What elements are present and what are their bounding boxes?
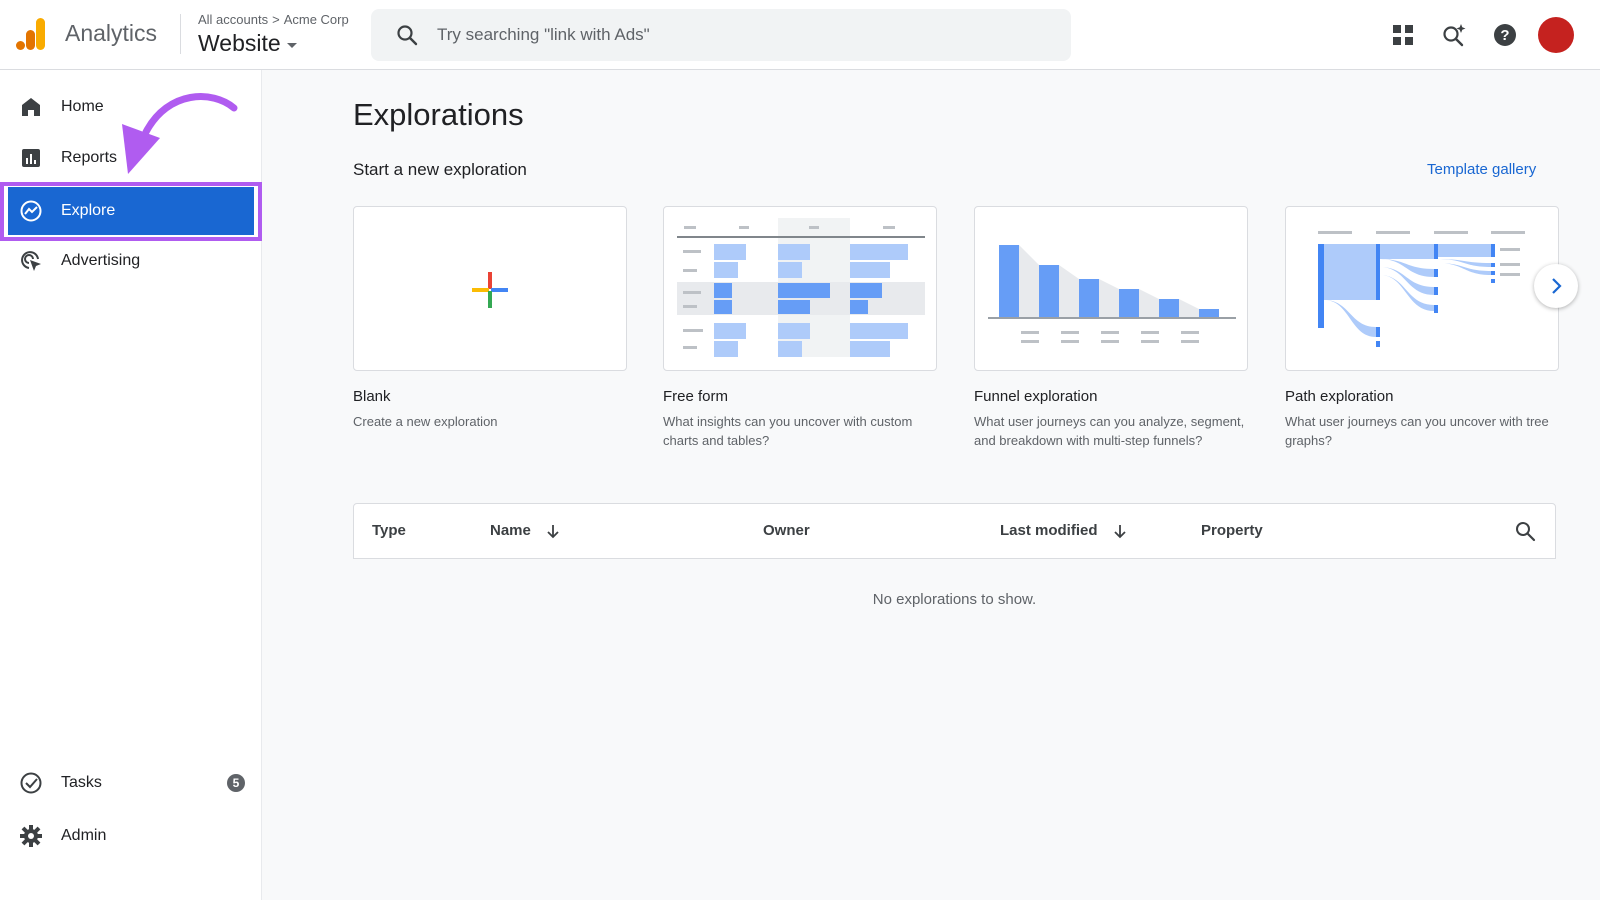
- page-title: Explorations: [353, 97, 524, 132]
- template-gallery-link[interactable]: Template gallery: [1427, 161, 1536, 178]
- table-search-icon[interactable]: [1514, 520, 1536, 542]
- sidebar-item-admin[interactable]: Admin: [0, 812, 262, 860]
- card-title[interactable]: Free form: [663, 388, 728, 405]
- column-label: Property: [1201, 522, 1263, 539]
- free-form-card[interactable]: [663, 206, 937, 371]
- sidebar-item-advertising[interactable]: Advertising: [0, 237, 262, 285]
- apps-grid-icon[interactable]: [1389, 21, 1417, 49]
- carousel-next-button[interactable]: [1534, 264, 1578, 308]
- breadcrumb-all-accounts[interactable]: All accounts: [198, 12, 268, 27]
- header-divider: [180, 14, 181, 54]
- plus-icon: [472, 272, 508, 308]
- column-owner[interactable]: Owner: [763, 522, 810, 539]
- avatar[interactable]: [1538, 17, 1574, 53]
- search-input[interactable]: Try searching "link with Ads": [437, 25, 650, 45]
- search-insights-icon[interactable]: [1440, 21, 1468, 49]
- funnel-thumbnail: [988, 245, 1236, 343]
- free-form-thumbnail: [677, 218, 925, 357]
- advertising-icon: [19, 249, 43, 273]
- svg-text:?: ?: [1500, 27, 1509, 44]
- sidebar-item-label: Home: [61, 98, 104, 115]
- tasks-count-badge: 5: [227, 774, 245, 792]
- column-label: Name: [490, 522, 531, 539]
- help-icon[interactable]: ?: [1491, 21, 1519, 49]
- card-description: What user journeys can you analyze, segm…: [974, 414, 1245, 448]
- app-name[interactable]: Analytics: [65, 20, 157, 47]
- breadcrumb[interactable]: All accounts > Acme Corp: [198, 12, 349, 27]
- annotation-arrow-icon: [122, 93, 238, 174]
- column-label: Type: [372, 522, 406, 539]
- path-thumbnail: [1318, 231, 1525, 347]
- card-title[interactable]: Blank: [353, 388, 391, 405]
- property-name: Website: [198, 30, 281, 56]
- column-label: Last modified: [1000, 522, 1098, 539]
- breadcrumb-account[interactable]: Acme Corp: [284, 12, 349, 27]
- card-title[interactable]: Path exploration: [1285, 388, 1393, 405]
- blank-exploration-card[interactable]: [353, 206, 627, 371]
- sidebar-item-label: Advertising: [61, 252, 141, 269]
- empty-state-message: No explorations to show.: [872, 591, 1037, 608]
- funnel-exploration-card[interactable]: [974, 206, 1248, 371]
- card-title[interactable]: Funnel exploration: [974, 388, 1097, 405]
- sidebar-item-label: Reports: [61, 149, 118, 166]
- column-property[interactable]: Property: [1201, 522, 1263, 539]
- top-bar: Analytics All accounts > Acme Corp Websi…: [0, 0, 1600, 70]
- tasks-icon: [19, 771, 43, 795]
- search-icon: [397, 25, 418, 46]
- sidebar-item-label: Admin: [61, 827, 107, 844]
- reports-icon: [19, 146, 43, 170]
- path-exploration-card[interactable]: [1285, 206, 1559, 371]
- column-type[interactable]: Type: [372, 522, 406, 539]
- sidebar-item-tasks[interactable]: Tasks 5: [0, 759, 262, 807]
- card-description: What insights can you uncover with custo…: [663, 414, 913, 448]
- sort-arrow-down-icon[interactable]: [545, 523, 561, 539]
- analytics-logo-icon[interactable]: [16, 18, 46, 50]
- chevron-right-icon: [1552, 278, 1562, 294]
- section-subtitle: Start a new exploration: [353, 160, 527, 179]
- annotation-highlight-box: [0, 182, 262, 241]
- gear-icon: [19, 824, 43, 848]
- sort-arrow-down-icon[interactable]: [1112, 523, 1128, 539]
- caret-down-icon: [286, 43, 297, 48]
- sidebar-item-label: Tasks: [61, 774, 102, 791]
- chevron-right-icon: >: [272, 12, 280, 27]
- card-description: What user journeys can you uncover with …: [1285, 414, 1549, 448]
- card-description: Create a new exploration: [353, 414, 498, 429]
- explorations-table-header: Type Name Owner Last modified Property: [353, 503, 1556, 559]
- sidebar: Home Reports Explore Advertising Tasks 5…: [0, 70, 262, 900]
- column-name[interactable]: Name: [490, 522, 561, 539]
- column-label: Owner: [763, 522, 810, 539]
- home-icon: [19, 95, 43, 119]
- search-bar[interactable]: Try searching "link with Ads": [371, 9, 1071, 61]
- column-last-modified[interactable]: Last modified: [1000, 522, 1128, 539]
- property-selector[interactable]: Website: [198, 30, 297, 57]
